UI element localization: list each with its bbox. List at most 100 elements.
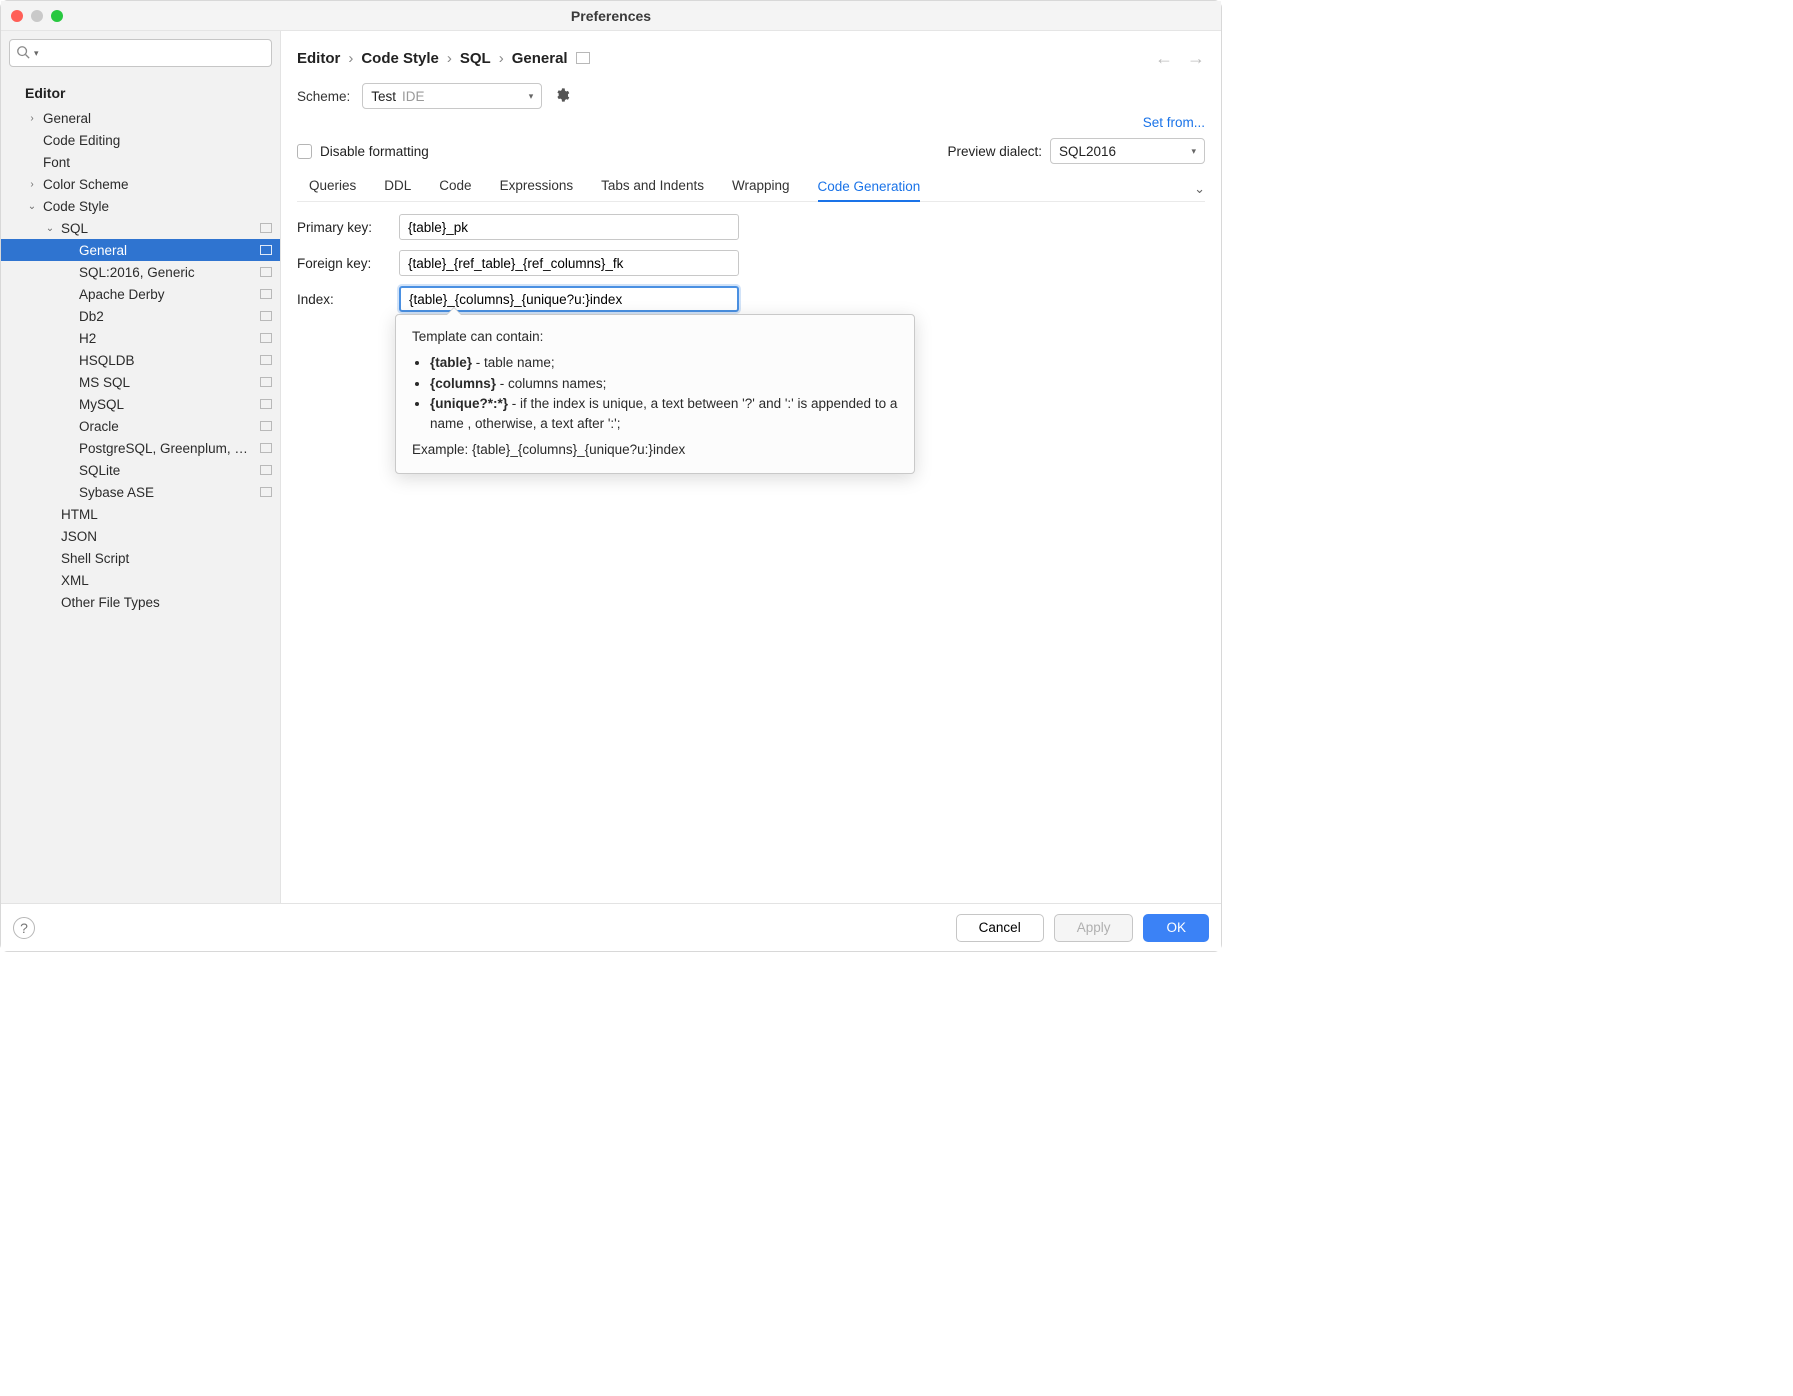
- dialog-footer: ? Cancel Apply OK: [1, 903, 1221, 951]
- preferences-tree[interactable]: Editor › General Code Editing Font ›Color Sc…: [1, 75, 280, 903]
- tree-item[interactable]: Code Editing: [1, 129, 280, 151]
- tree-item[interactable]: ›Color Scheme: [1, 173, 280, 195]
- tree-item-label: HSQLDB: [79, 353, 254, 368]
- cancel-button[interactable]: Cancel: [956, 914, 1044, 942]
- preview-dialect-label: Preview dialect:: [947, 144, 1042, 159]
- tree-item-label: HTML: [61, 507, 272, 522]
- sidebar-search-input[interactable]: [43, 46, 265, 61]
- tooltip-example: Example: {table}_{columns}_{unique?u:}in…: [412, 440, 898, 460]
- scheme-scope: IDE: [402, 89, 425, 104]
- breadcrumb-segment[interactable]: SQL: [460, 50, 491, 67]
- scheme-indicator-icon: [260, 377, 272, 387]
- tree-item[interactable]: Sybase ASE: [1, 481, 280, 503]
- tree-expand-icon: ›: [27, 113, 37, 124]
- tree-expand-icon: ⌄: [45, 223, 55, 234]
- tooltip-bullet: {columns} - columns names;: [430, 374, 898, 394]
- tab-expressions[interactable]: Expressions: [500, 178, 574, 199]
- tabs-overflow-icon[interactable]: ⌄: [1194, 181, 1205, 197]
- tree-item-label: PostgreSQL, Greenplum, Redshift: [79, 441, 254, 456]
- tree-item-label: Code Style: [43, 199, 272, 214]
- scheme-value: Test: [371, 89, 396, 104]
- tab-wrapping[interactable]: Wrapping: [732, 178, 790, 199]
- tab-code[interactable]: Code: [439, 178, 471, 199]
- breadcrumb-separator-icon: ›: [348, 50, 353, 67]
- tree-item-label: Db2: [79, 309, 254, 324]
- code-style-tabs: Queries DDL Code Expressions Tabs and Indent…: [297, 178, 1205, 202]
- tree-item[interactable]: SQLite: [1, 459, 280, 481]
- tree-item[interactable]: Oracle: [1, 415, 280, 437]
- window-title: Preferences: [1, 8, 1221, 24]
- tree-item-label: Apache Derby: [79, 287, 254, 302]
- primary-key-label: Primary key:: [297, 220, 385, 235]
- help-button[interactable]: ?: [13, 917, 35, 939]
- scheme-indicator-icon: [260, 355, 272, 365]
- tree-item[interactable]: HSQLDB: [1, 349, 280, 371]
- tree-item[interactable]: MS SQL: [1, 371, 280, 393]
- breadcrumb-separator-icon: ›: [447, 50, 452, 67]
- tab-ddl[interactable]: DDL: [384, 178, 411, 199]
- tree-item[interactable]: ⌄ SQL: [1, 217, 280, 239]
- scheme-indicator-icon: [260, 421, 272, 431]
- preferences-content-panel: Editor›Code Style›SQL›General ← → Scheme…: [281, 31, 1221, 903]
- tree-section-heading: Editor: [1, 79, 280, 107]
- tree-item[interactable]: General: [1, 239, 280, 261]
- tree-item[interactable]: SQL:2016, Generic: [1, 261, 280, 283]
- scheme-label: Scheme:: [297, 89, 350, 104]
- tree-item[interactable]: › General: [1, 107, 280, 129]
- chevron-down-icon: ▾: [1191, 146, 1196, 157]
- tree-item-label: MySQL: [79, 397, 254, 412]
- tree-item[interactable]: Other File Types: [1, 591, 280, 613]
- tree-item[interactable]: Shell Script: [1, 547, 280, 569]
- back-icon[interactable]: ←: [1155, 48, 1173, 69]
- scheme-indicator-icon: [260, 465, 272, 475]
- scheme-indicator-icon: [260, 311, 272, 321]
- apply-button[interactable]: Apply: [1054, 914, 1134, 942]
- tab-queries[interactable]: Queries: [309, 178, 356, 199]
- disable-formatting-checkbox[interactable]: [297, 144, 312, 159]
- tree-item[interactable]: Font: [1, 151, 280, 173]
- tree-item[interactable]: JSON: [1, 525, 280, 547]
- tree-item-label: Font: [43, 155, 272, 170]
- forward-icon[interactable]: →: [1187, 48, 1205, 69]
- tab-tabs-and-indents[interactable]: Tabs and Indents: [601, 178, 704, 199]
- scheme-indicator-icon: [260, 443, 272, 453]
- tree-item-label: SQL: [61, 221, 254, 236]
- tree-item[interactable]: ⌄Code Style: [1, 195, 280, 217]
- tree-item-label: Sybase ASE: [79, 485, 254, 500]
- tree-item[interactable]: Apache Derby: [1, 283, 280, 305]
- tree-item-label: General: [43, 111, 272, 126]
- set-from-link[interactable]: Set from...: [1143, 115, 1205, 130]
- foreign-key-input[interactable]: [399, 250, 739, 276]
- breadcrumb: Editor›Code Style›SQL›General: [297, 50, 590, 67]
- tree-item[interactable]: PostgreSQL, Greenplum, Redshift: [1, 437, 280, 459]
- tree-item-label: XML: [61, 573, 272, 588]
- scheme-indicator-icon: [260, 333, 272, 343]
- index-label: Index:: [297, 292, 385, 307]
- breadcrumb-segment[interactable]: General: [512, 50, 568, 67]
- search-history-caret-icon[interactable]: ▾: [34, 48, 39, 59]
- breadcrumb-segment[interactable]: Editor: [297, 50, 340, 67]
- preview-dialect-value: SQL2016: [1059, 144, 1116, 159]
- tab-code-generation[interactable]: Code Generation: [818, 179, 921, 202]
- tree-item-label: MS SQL: [79, 375, 254, 390]
- tree-item-label: Color Scheme: [43, 177, 272, 192]
- search-icon: [16, 45, 30, 62]
- preview-dialect-dropdown[interactable]: SQL2016 ▾: [1050, 138, 1205, 164]
- foreign-key-label: Foreign key:: [297, 256, 385, 271]
- primary-key-input[interactable]: [399, 214, 739, 240]
- tree-item-label: Other File Types: [61, 595, 272, 610]
- breadcrumb-segment[interactable]: Code Style: [361, 50, 439, 67]
- template-hint-tooltip: Template can contain: {table} - table na…: [395, 314, 915, 474]
- scheme-actions-gear-icon[interactable]: [554, 87, 570, 106]
- scheme-indicator-icon: [576, 52, 590, 64]
- tree-item[interactable]: Db2: [1, 305, 280, 327]
- scheme-dropdown[interactable]: Test IDE ▾: [362, 83, 542, 109]
- tree-item[interactable]: XML: [1, 569, 280, 591]
- tree-item[interactable]: H2: [1, 327, 280, 349]
- tree-item-label: General: [79, 243, 254, 258]
- tree-item[interactable]: MySQL: [1, 393, 280, 415]
- sidebar-search[interactable]: ▾: [9, 39, 272, 67]
- ok-button[interactable]: OK: [1143, 914, 1209, 942]
- tree-item-label: SQLite: [79, 463, 254, 478]
- tree-item[interactable]: HTML: [1, 503, 280, 525]
